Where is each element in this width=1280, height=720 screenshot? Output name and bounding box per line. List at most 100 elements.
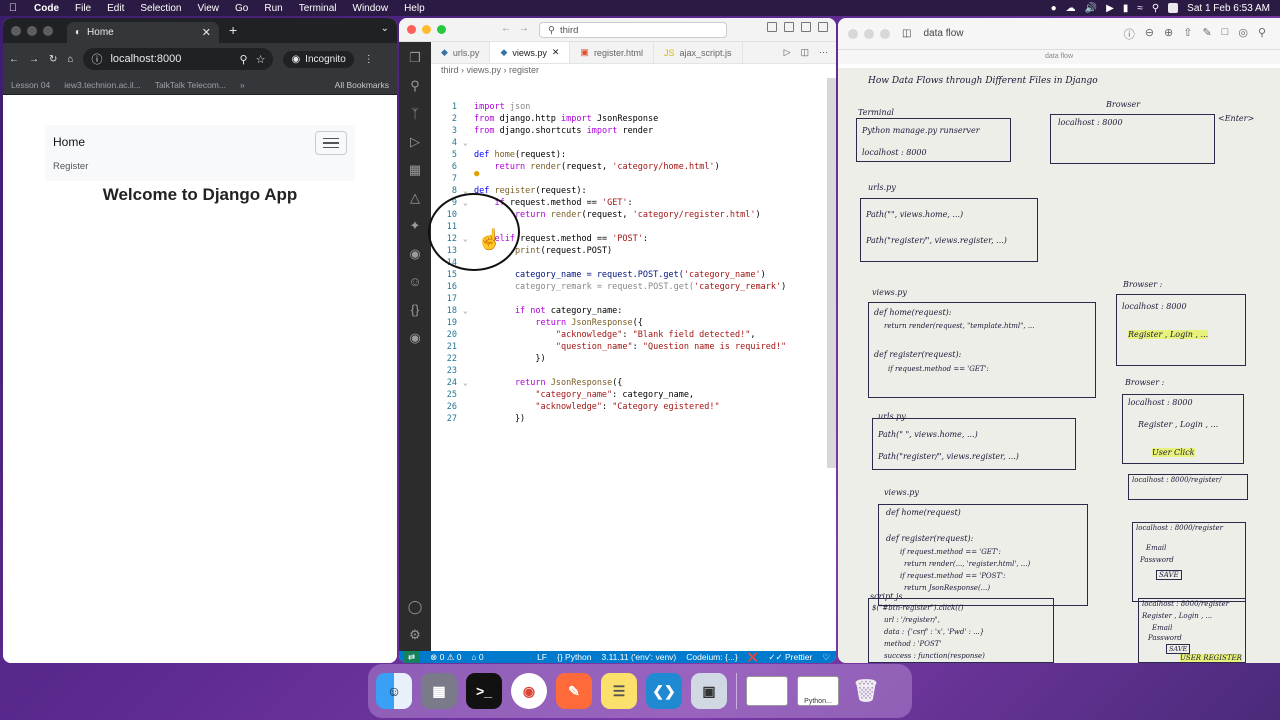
launchpad-icon[interactable]: ▦	[421, 673, 457, 709]
extensions-icon[interactable]: ▦	[407, 162, 423, 178]
chrome-icon[interactable]: ◉	[511, 673, 547, 709]
menu-file[interactable]: File	[67, 3, 99, 14]
editor-scrollbar[interactable]	[827, 78, 836, 468]
apple-menu-icon[interactable]: 	[0, 2, 26, 14]
wifi-icon[interactable]: ≈	[1137, 3, 1143, 14]
search-icon[interactable]: ⚲	[407, 78, 423, 94]
more-menu-icon[interactable]: ⋮	[364, 54, 374, 65]
close-tab-icon[interactable]: ✕	[202, 26, 211, 39]
minimized-python-window[interactable]: Python...	[797, 676, 839, 706]
account-icon[interactable]: ◯	[407, 599, 423, 615]
fold-icon[interactable]: ⌄	[463, 306, 468, 315]
search-icon[interactable]: ⚲	[1152, 3, 1159, 14]
problems-indicator[interactable]: ⊗ 0 ⚠ 0	[430, 652, 461, 663]
json-icon[interactable]: {}	[407, 302, 423, 318]
pen-icon[interactable]: ✎	[1202, 26, 1211, 42]
menu-edit[interactable]: Edit	[99, 3, 132, 14]
interpreter-indicator[interactable]: 3.11.11 ('env': venv)	[602, 652, 677, 662]
menu-selection[interactable]: Selection	[132, 3, 189, 14]
bookmark-item[interactable]: Lesson 04	[11, 80, 50, 90]
toggle-secondary-sidebar-icon[interactable]	[818, 22, 828, 32]
zoom-window-button[interactable]	[43, 25, 53, 36]
copilot-icon[interactable]	[767, 22, 777, 32]
vscode-icon[interactable]: ❮❯	[646, 673, 682, 709]
code-editor[interactable]: 1 2 3 4 5 6 7 8 9 10 11 12 13 14 15 16 17 18 19 20 21 22 23 24 2…	[431, 78, 826, 648]
menu-run[interactable]: Run	[256, 3, 290, 14]
close-window-button[interactable]	[848, 28, 858, 39]
reload-icon[interactable]: ↻	[49, 54, 57, 65]
clock[interactable]: Sat 1 Feb 6:53 AM	[1187, 3, 1270, 14]
menu-app-name[interactable]: Code	[26, 3, 67, 14]
prettier-indicator[interactable]: ✓✓ Prettier	[768, 652, 812, 663]
fold-icon[interactable]: ⌄	[463, 138, 468, 147]
zoom-window-button[interactable]	[880, 28, 890, 39]
settings-gear-icon[interactable]: ⚙	[407, 627, 423, 643]
run-debug-icon[interactable]: ▷	[407, 134, 423, 150]
navbar-toggler-button[interactable]	[315, 131, 347, 155]
volume-icon[interactable]: 🔊	[1085, 3, 1097, 14]
codeium-indicator[interactable]: Codeium: {...}	[686, 652, 738, 662]
notes-icon[interactable]: ☰	[601, 673, 637, 709]
address-bar[interactable]: ⓘ localhost:8000 ⚲ ☆	[83, 48, 274, 70]
record-icon[interactable]: ●	[1051, 3, 1057, 14]
minimize-window-button[interactable]	[422, 25, 431, 34]
preview-icon[interactable]: ▣	[691, 673, 727, 709]
control-center-icon[interactable]	[1168, 3, 1179, 13]
battery-icon[interactable]: ▮	[1123, 3, 1129, 14]
ports-indicator[interactable]: ⌂ 0	[471, 652, 483, 662]
cloud-icon[interactable]: ☁	[1066, 3, 1076, 14]
live-share-icon[interactable]: ☺	[407, 274, 423, 290]
browser-tab-home[interactable]: ◐ Home ✕	[67, 22, 219, 43]
close-window-button[interactable]	[407, 25, 416, 34]
bookmark-item[interactable]: iew3.technion.ac.il...	[64, 80, 141, 90]
notifications-disabled-icon[interactable]: ❌	[748, 652, 759, 663]
bell-icon[interactable]: ♡	[822, 652, 836, 663]
info-icon[interactable]: ⓘ	[1124, 26, 1135, 42]
explorer-icon[interactable]: ❐	[407, 50, 423, 66]
zoom-out-icon[interactable]: ⊖	[1145, 26, 1154, 42]
remote-indicator-icon[interactable]: ⇄	[403, 651, 421, 663]
forward-icon[interactable]: →	[29, 54, 39, 65]
finder-icon[interactable]: ☺	[376, 673, 412, 709]
markup-icon[interactable]: ◎	[1238, 26, 1248, 42]
window-icon[interactable]: □	[1222, 26, 1229, 42]
terminal-icon[interactable]: >_	[466, 673, 502, 709]
tab-ajax-script-js[interactable]: JS ajax_script.js	[654, 42, 743, 63]
tab-urls-py[interactable]: ◆ urls.py	[431, 42, 491, 63]
close-window-button[interactable]	[11, 25, 21, 36]
nav-link-register[interactable]: Register	[53, 161, 88, 172]
language-mode[interactable]: {} Python	[557, 652, 592, 662]
menu-go[interactable]: Go	[227, 3, 256, 14]
remote-explorer-icon[interactable]: ◉	[407, 246, 423, 262]
run-icon[interactable]: ▷	[784, 47, 791, 58]
more-actions-icon[interactable]: ⋯	[819, 47, 828, 58]
tab-views-py[interactable]: ◆ views.py ✕	[490, 42, 571, 63]
zoom-in-icon[interactable]: ⊕	[1164, 26, 1173, 42]
play-icon[interactable]: ▶	[1106, 3, 1114, 14]
zoom-window-button[interactable]	[437, 25, 446, 34]
minimize-window-button[interactable]	[27, 25, 37, 36]
search-icon[interactable]: ⚲	[1258, 26, 1266, 42]
zoom-search-icon[interactable]: ⚲	[240, 53, 248, 66]
nav-arrows-icon[interactable]: ←→	[501, 23, 537, 34]
toggle-sidebar-icon[interactable]	[784, 22, 794, 32]
bookmarks-overflow-icon[interactable]: »	[240, 80, 245, 90]
minimize-window-button[interactable]	[864, 28, 874, 39]
toggle-panel-icon[interactable]	[801, 22, 811, 32]
menu-window[interactable]: Window	[345, 3, 397, 14]
breadcrumb-symbol[interactable]: register	[509, 65, 539, 75]
close-tab-icon[interactable]: ✕	[552, 47, 560, 58]
eol-indicator[interactable]: LF	[537, 652, 547, 662]
fold-icon[interactable]: ⌄	[463, 378, 468, 387]
testing-icon[interactable]: △	[407, 190, 423, 206]
tab-register-html[interactable]: ▣ register.html	[570, 42, 654, 63]
new-tab-button[interactable]: +	[229, 22, 237, 38]
incognito-badge[interactable]: ◉ Incognito	[283, 50, 354, 68]
share-icon[interactable]: ⇧	[1183, 26, 1192, 42]
bookmark-item[interactable]: TalkTalk Telecom...	[155, 80, 226, 90]
command-center-search[interactable]: ⚲ third	[539, 22, 727, 38]
codeium-icon[interactable]: ◉	[407, 330, 423, 346]
mongodb-icon[interactable]: ✦	[407, 218, 423, 234]
breadcrumb-file[interactable]: views.py	[467, 65, 502, 75]
bookmark-star-icon[interactable]: ☆	[256, 53, 266, 66]
